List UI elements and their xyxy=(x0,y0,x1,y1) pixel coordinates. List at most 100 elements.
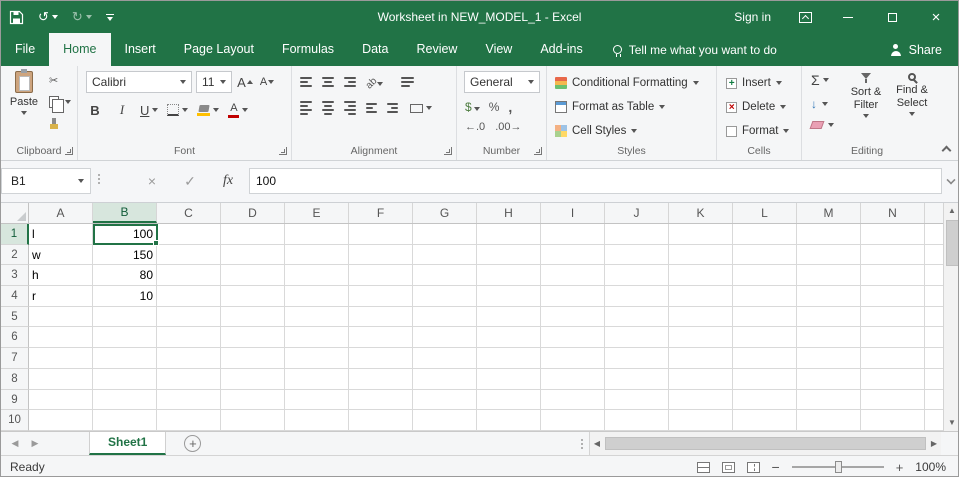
cell-F9[interactable] xyxy=(349,389,413,411)
align-center-icon[interactable] xyxy=(322,101,334,115)
enter-button[interactable]: ✓ xyxy=(177,168,203,194)
cell-H8[interactable] xyxy=(477,368,541,390)
cell-G4[interactable] xyxy=(413,286,477,307)
tab-review[interactable]: Review xyxy=(402,33,471,66)
page-layout-view-icon[interactable] xyxy=(721,461,735,473)
cell-H2[interactable] xyxy=(477,244,541,266)
cell-G10[interactable] xyxy=(413,410,477,431)
cell-K7[interactable] xyxy=(669,348,733,369)
column-header-N[interactable]: N xyxy=(861,203,925,223)
cell-N7[interactable] xyxy=(861,348,925,369)
maximize-button[interactable] xyxy=(870,1,914,33)
cell-C8[interactable] xyxy=(157,368,221,390)
cell-N9[interactable] xyxy=(861,389,925,411)
zoom-slider-thumb[interactable] xyxy=(834,461,842,473)
column-header-K[interactable]: K xyxy=(669,203,733,223)
cell-L4[interactable] xyxy=(733,286,797,307)
cell-E4[interactable] xyxy=(285,286,349,307)
horizontal-scrollbar[interactable]: ◀ ▶ xyxy=(589,432,941,455)
cell-C3[interactable] xyxy=(157,265,221,287)
tab-home[interactable]: Home xyxy=(49,33,111,66)
cell-J7[interactable] xyxy=(605,348,669,369)
cell-D7[interactable] xyxy=(221,348,285,369)
cell-J1[interactable] xyxy=(605,224,669,245)
font-size-select[interactable]: 11 xyxy=(196,71,232,93)
clipboard-dialog-launcher-icon[interactable] xyxy=(65,147,73,155)
column-header-M[interactable]: M xyxy=(797,203,861,223)
tab-insert[interactable]: Insert xyxy=(111,33,170,66)
vertical-scrollbar-thumb[interactable] xyxy=(945,220,958,266)
wrap-text-button[interactable] xyxy=(401,77,415,87)
cell-M8[interactable] xyxy=(797,368,861,390)
cell-N8[interactable] xyxy=(861,368,925,390)
cell-E5[interactable] xyxy=(285,306,349,328)
column-header-J[interactable]: J xyxy=(605,203,669,223)
cell-L9[interactable] xyxy=(733,389,797,411)
cell-M10[interactable] xyxy=(797,410,861,431)
cell-I10[interactable] xyxy=(541,410,605,431)
grow-font-button[interactable]: A xyxy=(236,71,254,93)
column-header-D[interactable]: D xyxy=(221,203,285,223)
zoom-percentage[interactable]: 100% xyxy=(915,460,946,474)
cell-G6[interactable] xyxy=(413,327,477,349)
fill-button[interactable]: ↓ xyxy=(811,97,828,111)
zoom-slider[interactable] xyxy=(791,460,884,474)
column-header-G[interactable]: G xyxy=(413,203,477,223)
horizontal-scrollbar-thumb[interactable] xyxy=(605,437,926,450)
row-header-3[interactable]: 3 xyxy=(1,265,29,287)
cell-C4[interactable] xyxy=(157,286,221,307)
row-header-4[interactable]: 4 xyxy=(1,286,29,307)
cell-C2[interactable] xyxy=(157,244,221,266)
fill-handle[interactable] xyxy=(153,240,159,246)
tab-file[interactable]: File xyxy=(1,33,49,66)
cell-B7[interactable] xyxy=(93,348,157,369)
new-sheet-button[interactable]: + xyxy=(184,435,202,452)
cell-M5[interactable] xyxy=(797,306,861,328)
cell-G8[interactable] xyxy=(413,368,477,390)
minimize-button[interactable] xyxy=(826,1,870,33)
cell-A9[interactable] xyxy=(29,389,93,411)
cell-L10[interactable] xyxy=(733,410,797,431)
cell-M1[interactable] xyxy=(797,224,861,245)
shrink-font-button[interactable]: A xyxy=(258,71,276,93)
cell-A1[interactable]: l xyxy=(29,224,93,245)
cell-F2[interactable] xyxy=(349,244,413,266)
cell-C9[interactable] xyxy=(157,389,221,411)
column-header-C[interactable]: C xyxy=(157,203,221,223)
cell-J6[interactable] xyxy=(605,327,669,349)
borders-button[interactable] xyxy=(167,99,189,121)
cell-A7[interactable] xyxy=(29,348,93,369)
cell-M9[interactable] xyxy=(797,389,861,411)
cell-J5[interactable] xyxy=(605,306,669,328)
cell-L3[interactable] xyxy=(733,265,797,287)
sort-filter-button[interactable]: Sort & Filter xyxy=(842,73,890,118)
font-dialog-launcher-icon[interactable] xyxy=(279,147,287,155)
cell-I7[interactable] xyxy=(541,348,605,369)
cell-I3[interactable] xyxy=(541,265,605,287)
cell-F8[interactable] xyxy=(349,368,413,390)
paste-button[interactable]: Paste xyxy=(5,69,43,115)
column-header-E[interactable]: E xyxy=(285,203,349,223)
cell-B8[interactable] xyxy=(93,368,157,390)
scroll-down-icon[interactable]: ▼ xyxy=(948,415,956,431)
cell-C7[interactable] xyxy=(157,348,221,369)
cell-I6[interactable] xyxy=(541,327,605,349)
underline-button[interactable]: U xyxy=(140,99,159,121)
cell-E7[interactable] xyxy=(285,348,349,369)
cell-J9[interactable] xyxy=(605,389,669,411)
increase-indent-button[interactable] xyxy=(387,103,398,113)
cell-L1[interactable] xyxy=(733,224,797,245)
cell-K3[interactable] xyxy=(669,265,733,287)
orientation-button[interactable]: ab xyxy=(364,73,384,91)
tab-data[interactable]: Data xyxy=(348,33,402,66)
page-break-view-icon[interactable] xyxy=(746,461,760,473)
cell-I1[interactable] xyxy=(541,224,605,245)
font-name-select[interactable]: Calibri xyxy=(86,71,192,93)
cell-B9[interactable] xyxy=(93,389,157,411)
sign-in-button[interactable]: Sign in xyxy=(720,10,785,24)
cell-M7[interactable] xyxy=(797,348,861,369)
clear-button[interactable] xyxy=(809,121,834,129)
ribbon-display-options-icon[interactable] xyxy=(799,11,812,23)
cell-J2[interactable] xyxy=(605,244,669,266)
save-icon[interactable] xyxy=(9,10,24,25)
